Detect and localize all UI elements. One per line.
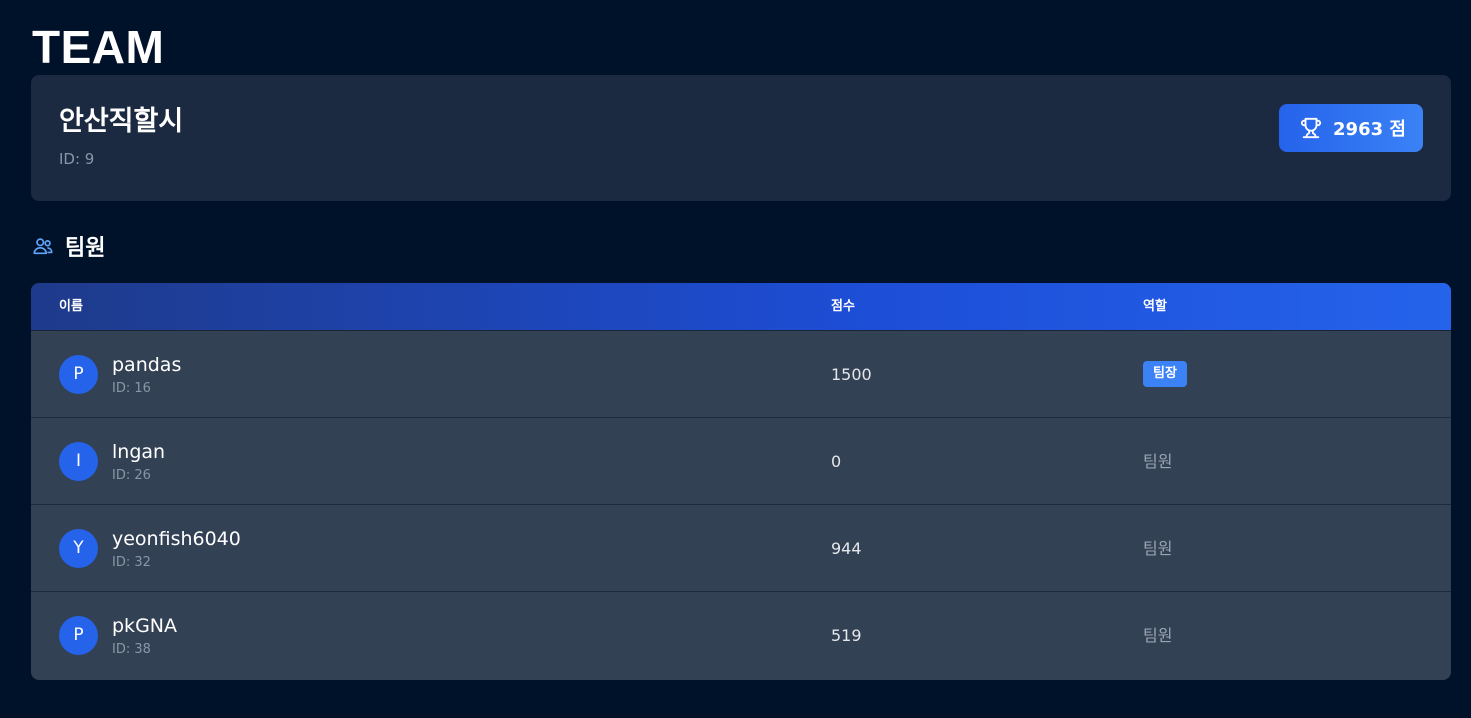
team-info-card: 안산직할시 ID: 9 2963 점: [31, 75, 1451, 201]
team-id: ID: 9: [59, 150, 95, 168]
trophy-icon: [1300, 117, 1322, 139]
member-id: ID: 38: [112, 642, 151, 657]
avatar: I: [59, 442, 98, 481]
avatar: P: [59, 616, 98, 655]
team-page: TEAM 안산직할시 ID: 9 2963 점 팀원 이름 점수 역할 P pa…: [0, 0, 1471, 718]
column-header-name: 이름: [59, 299, 83, 314]
role-label: 팀원: [1143, 626, 1173, 645]
avatar: P: [59, 355, 98, 394]
role-badge-leader: 팀장: [1143, 361, 1187, 387]
member-name[interactable]: lngan: [112, 440, 165, 464]
team-name: 안산직할시: [59, 106, 184, 137]
users-icon: [32, 235, 54, 257]
team-score-label: 2963 점: [1333, 119, 1406, 140]
members-table: 이름 점수 역할 P pandas ID: 16 1500 팀장 I lngan…: [31, 283, 1451, 680]
team-score-badge: 2963 점: [1279, 104, 1423, 152]
members-section-title: 팀원: [65, 236, 106, 261]
member-score: 944: [831, 539, 862, 558]
column-header-score: 점수: [831, 299, 855, 314]
table-row[interactable]: P pkGNA ID: 38 519 팀원: [31, 592, 1451, 679]
member-id: ID: 32: [112, 555, 151, 570]
table-header: 이름 점수 역할: [31, 283, 1451, 331]
member-score: 1500: [831, 365, 872, 384]
member-name[interactable]: yeonfish6040: [112, 527, 241, 551]
members-section-header: 팀원: [32, 232, 106, 261]
role-label: 팀원: [1143, 539, 1173, 558]
member-score: 0: [831, 452, 842, 471]
table-row[interactable]: Y yeonfish6040 ID: 32 944 팀원: [31, 505, 1451, 592]
column-header-role: 역할: [1143, 299, 1167, 314]
table-row[interactable]: P pandas ID: 16 1500 팀장: [31, 331, 1451, 418]
member-id: ID: 26: [112, 468, 151, 483]
member-name[interactable]: pkGNA: [112, 614, 177, 638]
table-row[interactable]: I lngan ID: 26 0 팀원: [31, 418, 1451, 505]
member-id: ID: 16: [112, 381, 151, 396]
member-score: 519: [831, 626, 862, 645]
avatar: Y: [59, 529, 98, 568]
page-title: TEAM: [32, 21, 165, 73]
member-name[interactable]: pandas: [112, 353, 181, 377]
role-label: 팀원: [1143, 452, 1173, 471]
